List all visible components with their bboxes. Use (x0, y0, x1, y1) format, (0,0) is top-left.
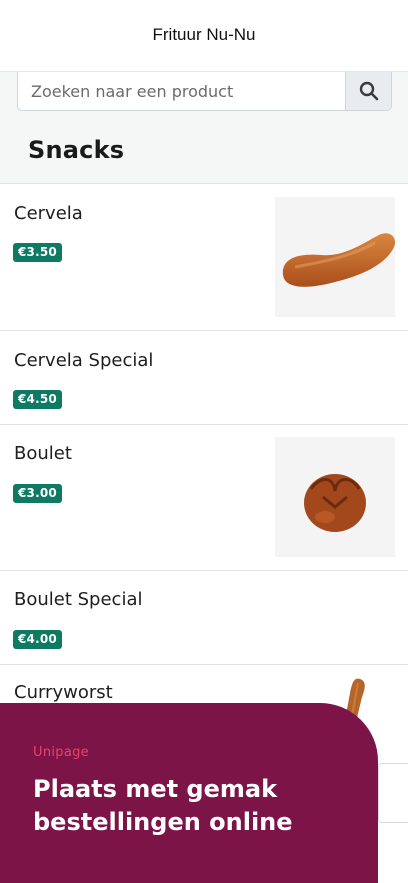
category-title: Snacks (28, 136, 125, 164)
promo-headline: Plaats met gemak bestellingen online (33, 775, 293, 836)
product-name: Cervela Special (14, 350, 154, 371)
brand-logo: Unipage (33, 745, 89, 760)
product-name: Boulet Special (14, 589, 143, 610)
product-item[interactable]: Cervela Special €4.50 (0, 331, 408, 425)
product-name: Boulet (14, 443, 72, 464)
search-input[interactable] (18, 72, 345, 110)
meatball-image (304, 474, 366, 532)
product-item[interactable]: Boulet €3.00 (0, 425, 408, 571)
search-section: Snacks (0, 72, 408, 184)
search-button[interactable] (345, 72, 391, 110)
product-item[interactable]: Boulet Special €4.00 (0, 571, 408, 665)
promo-banner[interactable]: Unipage Plaats met gemak bestellingen on… (0, 703, 378, 883)
search-icon (359, 81, 378, 101)
price-badge: €4.00 (13, 630, 62, 649)
product-image[interactable] (275, 437, 395, 557)
product-name: Curryworst (14, 682, 113, 703)
side-widget (378, 763, 408, 823)
sausage-image (282, 233, 395, 287)
product-name: Cervela (14, 203, 83, 224)
product-image[interactable] (275, 197, 395, 317)
price-badge: €4.50 (13, 390, 62, 409)
product-item[interactable]: Cervela €3.50 (0, 184, 408, 331)
price-badge: €3.50 (13, 243, 62, 262)
price-badge: €3.00 (13, 484, 62, 503)
page-title: Frituur Nu-Nu (152, 24, 256, 44)
top-bar: Frituur Nu-Nu (0, 0, 408, 72)
search-bar (17, 72, 392, 111)
